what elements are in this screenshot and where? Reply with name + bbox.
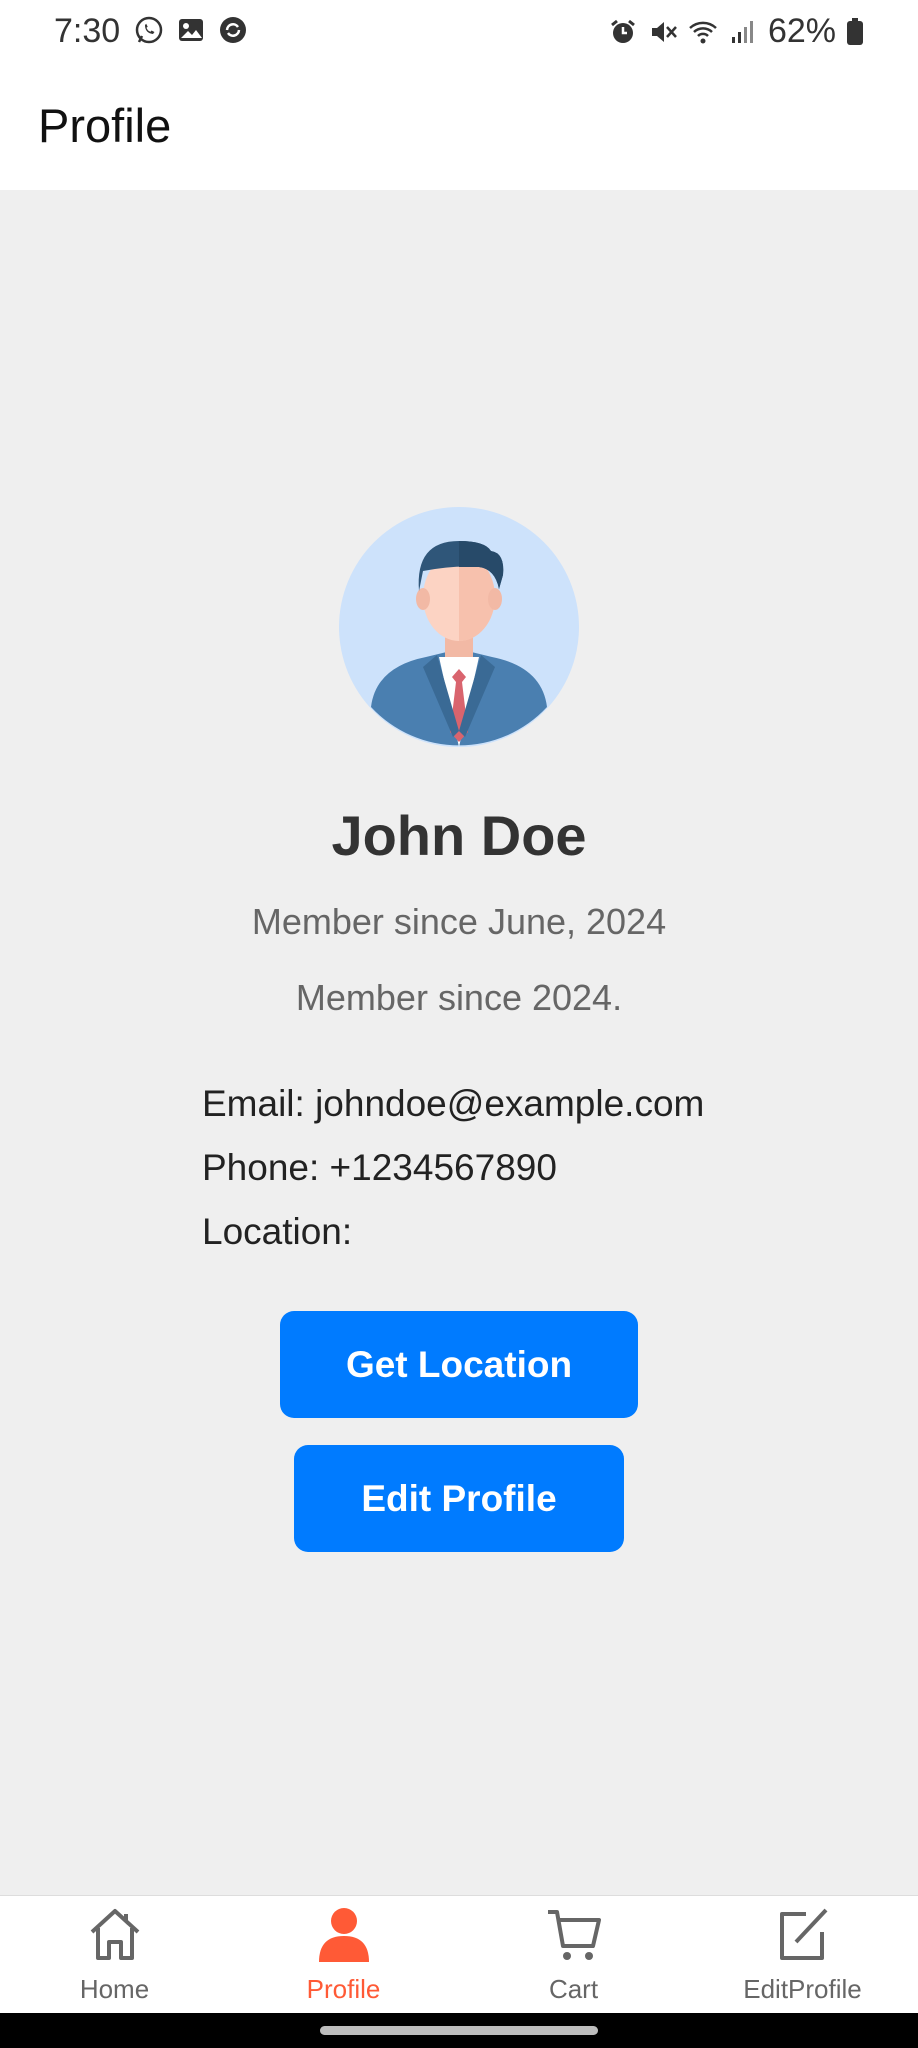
alarm-icon bbox=[611, 19, 635, 43]
bottom-navigation: Home Profile Cart EditProfile bbox=[0, 1895, 918, 2013]
nav-item-editprofile[interactable]: EditProfile bbox=[688, 1896, 917, 2014]
nav-item-home[interactable]: Home bbox=[0, 1896, 229, 2014]
profile-name: John Doe bbox=[331, 804, 587, 867]
battery-icon bbox=[847, 17, 863, 45]
email-line: Email: johndoe@example.com bbox=[202, 1083, 705, 1124]
home-icon bbox=[90, 1909, 139, 1960]
nav-label-cart: Cart bbox=[548, 1974, 599, 2004]
gesture-bar bbox=[0, 2013, 918, 2048]
status-right-icons: 62% bbox=[608, 12, 864, 51]
whatsapp-icon bbox=[135, 16, 163, 44]
get-location-button[interactable]: Get Location bbox=[280, 1311, 638, 1418]
app-header: Profile bbox=[0, 62, 918, 190]
edit-profile-button[interactable]: Edit Profile bbox=[294, 1445, 624, 1552]
person-icon bbox=[318, 1908, 369, 1962]
sync-app-icon bbox=[220, 17, 246, 43]
businessman-avatar-icon bbox=[339, 507, 579, 747]
home-gesture-handle[interactable] bbox=[320, 2026, 598, 2035]
member-since-month: Member since June, 2024 bbox=[251, 901, 667, 942]
contact-info: Email: johndoe@example.com Phone: +12345… bbox=[202, 1072, 704, 1264]
cart-icon bbox=[547, 1910, 601, 1960]
nav-label-home: Home bbox=[79, 1974, 150, 2004]
nav-label-editprofile: EditProfile bbox=[743, 1974, 862, 2004]
gallery-icon bbox=[179, 19, 203, 41]
mute-icon bbox=[651, 21, 677, 42]
edit-icon bbox=[779, 1908, 827, 1960]
nav-item-profile[interactable]: Profile bbox=[229, 1896, 458, 2014]
status-time: 7:30 bbox=[54, 12, 121, 50]
status-bar: 7:30 62% bbox=[0, 0, 918, 62]
page-title: Profile bbox=[38, 99, 172, 152]
profile-content: John Doe Member since June, 2024 Member … bbox=[0, 190, 918, 1895]
phone-line: Phone: +1234567890 bbox=[202, 1147, 557, 1188]
wifi-icon bbox=[689, 21, 717, 43]
battery-percent: 62% bbox=[767, 12, 836, 50]
nav-label-profile: Profile bbox=[306, 1974, 381, 2004]
location-line: Location: bbox=[202, 1211, 353, 1252]
signal-icon bbox=[731, 20, 753, 43]
nav-item-cart[interactable]: Cart bbox=[459, 1896, 688, 2014]
member-since-year: Member since 2024. bbox=[295, 977, 623, 1018]
status-left-icons bbox=[134, 15, 248, 45]
